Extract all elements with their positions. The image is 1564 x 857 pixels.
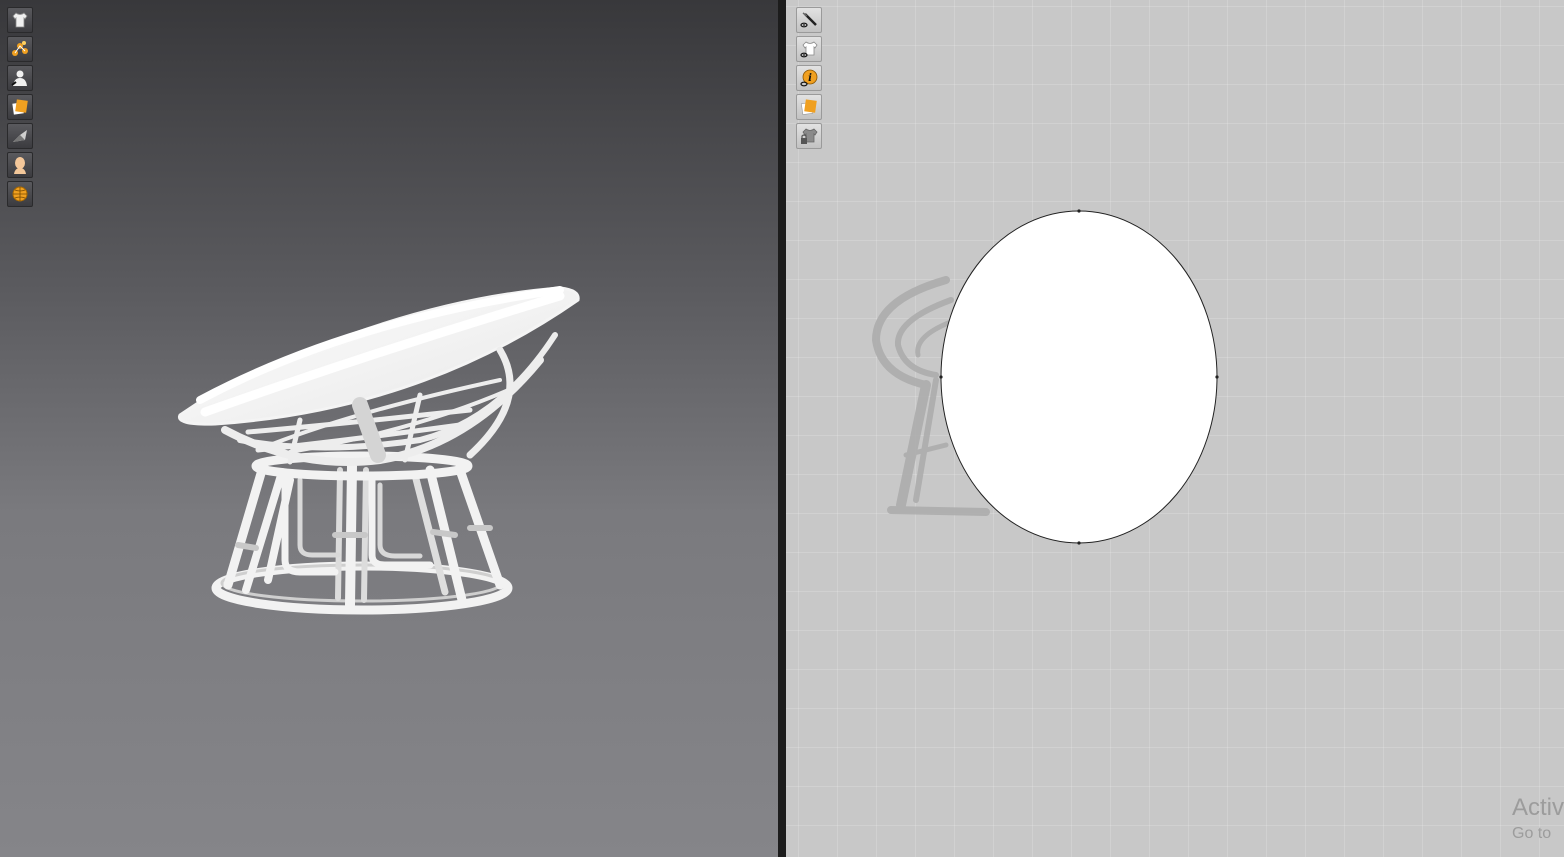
pattern-point-bottom bbox=[1077, 541, 1081, 545]
3d-viewport[interactable] bbox=[0, 0, 778, 857]
environment-globe-icon bbox=[12, 186, 28, 202]
render-quality-icon bbox=[13, 130, 27, 142]
svg-text:i: i bbox=[808, 73, 812, 84]
watermark-line-2: Go to bbox=[1512, 825, 1552, 842]
garment-lock-button[interactable] bbox=[796, 123, 822, 149]
circle-pattern-piece[interactable] bbox=[939, 209, 1219, 545]
texture-button[interactable] bbox=[7, 94, 33, 120]
avatar-skin-button[interactable] bbox=[7, 152, 33, 178]
chair-base bbox=[211, 451, 513, 615]
show-garment-2d-button[interactable] bbox=[796, 36, 822, 62]
texture-2d-icon bbox=[801, 99, 817, 115]
3d-view-toolbar bbox=[7, 7, 33, 207]
pattern-info-icon: i bbox=[800, 69, 818, 87]
garment-lock-icon bbox=[801, 128, 818, 144]
render-quality-button[interactable] bbox=[7, 123, 33, 149]
avatar-skin-icon bbox=[14, 157, 26, 174]
simulation-points-button[interactable] bbox=[7, 36, 33, 62]
watermark-line-1: Activ bbox=[1512, 794, 1564, 821]
pattern-point-left bbox=[939, 375, 943, 379]
app-window: i Activ Go to bbox=[0, 0, 1564, 857]
show-garment-icon bbox=[800, 41, 818, 58]
pattern-canvas[interactable] bbox=[786, 0, 1564, 857]
pattern-point-top bbox=[1077, 209, 1081, 213]
2d-pattern-view[interactable]: i Activ Go to bbox=[786, 0, 1564, 857]
papasan-chair-3d-model[interactable] bbox=[0, 0, 778, 857]
windows-activation-watermark: Activ Go to bbox=[1512, 793, 1564, 845]
pattern-point-right bbox=[1215, 375, 1219, 379]
show-seams-icon bbox=[800, 12, 817, 28]
chair-bowl bbox=[177, 286, 580, 466]
texture-2d-button[interactable] bbox=[796, 94, 822, 120]
pattern-info-button[interactable]: i bbox=[796, 65, 822, 91]
texture-icon bbox=[12, 99, 28, 115]
2d-view-toolbar: i bbox=[796, 7, 822, 149]
avatar-display-icon bbox=[11, 70, 27, 86]
viewport-splitter[interactable] bbox=[778, 0, 786, 857]
garment-toggle-button[interactable] bbox=[7, 7, 33, 33]
show-seams-button[interactable] bbox=[796, 7, 822, 33]
environment-button[interactable] bbox=[7, 181, 33, 207]
simulation-points-icon bbox=[12, 41, 28, 56]
avatar-display-button[interactable] bbox=[7, 65, 33, 91]
garment-icon bbox=[12, 12, 28, 28]
